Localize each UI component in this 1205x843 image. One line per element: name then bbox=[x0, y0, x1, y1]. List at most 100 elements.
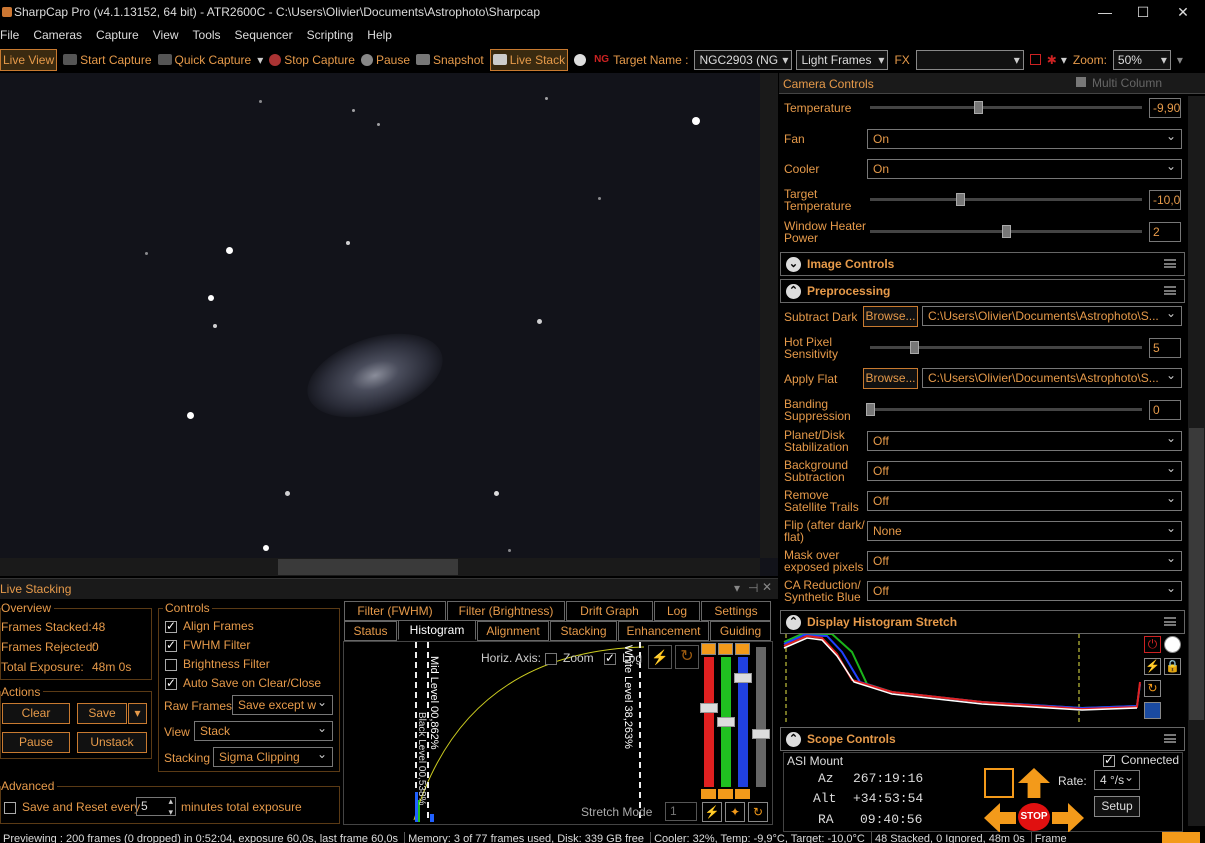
align-frames-option[interactable]: Align Frames bbox=[165, 619, 254, 633]
blue-up-icon[interactable] bbox=[735, 643, 750, 655]
menu-tools[interactable]: Tools bbox=[193, 28, 221, 42]
minimize-button[interactable]: — bbox=[1090, 3, 1120, 21]
auto-stretch-icon[interactable]: ⚡ bbox=[702, 802, 722, 822]
apply-flat-path[interactable]: C:\Users\Olivier\Documents\Astrophoto\S.… bbox=[922, 368, 1182, 388]
chevron-down-icon[interactable]: ▾ bbox=[734, 581, 740, 595]
tab-histogram[interactable]: Histogram bbox=[398, 620, 476, 640]
red-down-icon[interactable] bbox=[701, 789, 716, 799]
menu-file[interactable]: File bbox=[0, 28, 19, 42]
tab-drift-graph[interactable]: Drift Graph bbox=[566, 601, 653, 621]
slider-thumb[interactable] bbox=[956, 193, 965, 206]
pause-button[interactable]: Pause bbox=[360, 53, 410, 67]
live-stack-button[interactable]: Live Stack bbox=[489, 48, 569, 71]
image-view[interactable] bbox=[0, 73, 778, 576]
mask-select[interactable]: Off bbox=[867, 551, 1182, 571]
tab-log[interactable]: Log bbox=[654, 601, 700, 621]
save-stack-button[interactable]: Save bbox=[77, 703, 127, 724]
slider-thumb[interactable] bbox=[974, 101, 983, 114]
setup-button[interactable]: Setup bbox=[1094, 796, 1140, 817]
planet-stab-select[interactable]: Off bbox=[867, 431, 1182, 451]
fwhm-filter-checkbox[interactable] bbox=[165, 638, 177, 652]
stepper-arrows-icon[interactable]: ▴ ▾ bbox=[168, 796, 173, 818]
lightning-icon[interactable]: ⚡ bbox=[648, 645, 672, 669]
red-level-slider[interactable] bbox=[704, 657, 714, 787]
target-temperature-value[interactable]: -10,0 bbox=[1149, 190, 1181, 210]
luminance-slider-thumb[interactable] bbox=[752, 729, 770, 739]
green-down-icon[interactable] bbox=[718, 789, 733, 799]
stacking-select[interactable]: Sigma Clipping bbox=[213, 747, 333, 767]
quick-capture-button[interactable]: Quick Capture ▾ bbox=[157, 53, 263, 67]
menu-help[interactable]: Help bbox=[367, 28, 392, 42]
connected-checkbox[interactable]: Connected bbox=[1103, 753, 1179, 767]
brightness-filter-checkbox[interactable] bbox=[165, 658, 177, 671]
contrast-icon[interactable] bbox=[1164, 636, 1181, 653]
view-select[interactable]: Stack bbox=[194, 721, 333, 741]
stop-capture-button[interactable]: Stop Capture bbox=[269, 53, 355, 67]
slider-thumb[interactable] bbox=[866, 403, 875, 416]
save-dropdown-button[interactable]: ▾ bbox=[128, 703, 147, 724]
lock-icon[interactable]: 🔒 bbox=[1164, 658, 1181, 675]
image-controls-section[interactable]: ⌄ Image Controls bbox=[780, 252, 1185, 276]
blue-down-icon[interactable] bbox=[735, 789, 750, 799]
red-up-icon[interactable] bbox=[701, 643, 716, 655]
connected-check[interactable] bbox=[1103, 753, 1115, 767]
minutes-stepper[interactable]: 5 ▴ ▾ bbox=[136, 796, 176, 818]
chevron-down-icon[interactable]: ▾ bbox=[1061, 53, 1067, 67]
auto-save-checkbox[interactable] bbox=[165, 676, 177, 690]
tab-stacking[interactable]: Stacking bbox=[550, 621, 617, 641]
target-name-select[interactable]: NGC2903 (NG bbox=[694, 49, 793, 70]
red-slider-thumb[interactable] bbox=[700, 703, 718, 713]
menu-sequencer[interactable]: Sequencer bbox=[235, 28, 293, 42]
menu-icon[interactable] bbox=[1164, 259, 1176, 268]
menu-icon[interactable] bbox=[1164, 617, 1176, 626]
menu-capture[interactable]: Capture bbox=[96, 28, 139, 42]
tab-alignment[interactable]: Alignment bbox=[477, 621, 549, 641]
reset-icon[interactable]: ↻ bbox=[675, 645, 699, 669]
multi-column-checkbox[interactable] bbox=[1076, 77, 1086, 87]
fwhm-filter-option[interactable]: FWHM Filter bbox=[165, 638, 250, 652]
close-icon[interactable]: ✕ bbox=[762, 580, 772, 594]
cooler-select[interactable]: On bbox=[867, 159, 1182, 179]
raw-frames-select[interactable]: Save except w bbox=[232, 695, 333, 715]
banding-slider[interactable] bbox=[866, 403, 1142, 416]
menu-icon[interactable] bbox=[1164, 286, 1176, 295]
hot-pixel-slider[interactable] bbox=[870, 341, 1142, 354]
hot-pixel-value[interactable]: 5 bbox=[1149, 338, 1181, 358]
slider-thumb[interactable] bbox=[1002, 225, 1011, 238]
unstack-button[interactable]: Unstack bbox=[77, 732, 147, 753]
frame-type-select[interactable]: Light Frames bbox=[796, 49, 889, 70]
reset-icon[interactable]: ↻ bbox=[1144, 680, 1161, 697]
tab-guiding[interactable]: Guiding bbox=[710, 621, 771, 641]
image-vertical-scrollbar[interactable] bbox=[760, 73, 778, 558]
temperature-slider[interactable] bbox=[870, 101, 1142, 114]
target-temperature-slider[interactable] bbox=[870, 193, 1142, 206]
start-capture-button[interactable]: Start Capture bbox=[63, 53, 152, 67]
log-checkbox[interactable] bbox=[604, 651, 616, 665]
stop-button[interactable]: STOP bbox=[1018, 803, 1050, 831]
live-stack-histogram[interactable] bbox=[344, 642, 699, 822]
green-up-icon[interactable] bbox=[718, 643, 733, 655]
right-panel-scroll-thumb[interactable] bbox=[1189, 428, 1204, 720]
background-select[interactable]: Off bbox=[867, 461, 1182, 481]
apply-flat-browse-button[interactable]: Browse... bbox=[863, 368, 918, 389]
ca-select[interactable]: Off bbox=[867, 581, 1182, 601]
rate-select[interactable]: 4 °/s bbox=[1094, 770, 1140, 790]
moon-icon[interactable] bbox=[574, 53, 587, 66]
align-frames-checkbox[interactable] bbox=[165, 619, 177, 633]
temperature-value[interactable]: -9,90 bbox=[1149, 98, 1181, 118]
slider-thumb[interactable] bbox=[910, 341, 919, 354]
power-icon[interactable]: ⏻ bbox=[1144, 636, 1161, 653]
zoom-checkbox[interactable] bbox=[545, 652, 557, 665]
menu-view[interactable]: View bbox=[153, 28, 179, 42]
crosshair-icon[interactable]: ✱ bbox=[1047, 53, 1057, 67]
fan-select[interactable]: On bbox=[867, 129, 1182, 149]
pause-stack-button[interactable]: Pause bbox=[2, 732, 70, 753]
brightness-filter-option[interactable]: Brightness Filter bbox=[165, 657, 270, 671]
overflow-icon[interactable]: ▾ bbox=[1177, 53, 1183, 67]
subtract-dark-browse-button[interactable]: Browse... bbox=[863, 306, 918, 327]
green-slider-thumb[interactable] bbox=[717, 717, 735, 727]
tab-enhancement[interactable]: Enhancement bbox=[618, 621, 709, 641]
auto-save-option[interactable]: Auto Save on Clear/Close bbox=[165, 676, 321, 690]
stretch-histogram-graph[interactable] bbox=[782, 634, 1142, 724]
fx-select[interactable] bbox=[915, 49, 1024, 70]
